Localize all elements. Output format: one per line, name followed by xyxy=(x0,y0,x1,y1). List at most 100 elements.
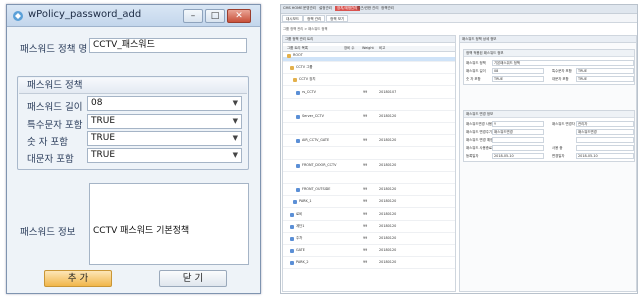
tree-column-header: 그룹 트리 목록 장비 수 Weight 비고 xyxy=(283,46,455,52)
field-input[interactable] xyxy=(492,137,544,143)
policy-name-input[interactable]: CCTV_패스워드 xyxy=(89,38,247,53)
col-note: 비고 xyxy=(379,46,386,50)
table-row[interactable] xyxy=(283,175,455,184)
digit-value: TRUE xyxy=(91,133,116,143)
row-weight: 99 xyxy=(363,236,368,240)
chevron-down-icon: ▼ xyxy=(232,117,238,125)
table-row[interactable]: 주차 99 20180120 xyxy=(283,236,455,245)
password-change-section: 패스워드 변경 정보 패스워드변경 사용 Y 패스워드 변경자 관리자 패스워드 변경주… xyxy=(463,110,635,162)
col-count: 장비 수 xyxy=(344,46,355,50)
breadcrumb: 그룹 정책 관리 > 패스워드 정책 xyxy=(283,27,328,31)
special-char-select[interactable]: TRUE ▼ xyxy=(87,114,242,129)
top-menubar: CMS HOME 운영관리 설정관리 장치/계정관리 접근/권한 관리 정책관리 xyxy=(281,5,637,14)
table-row[interactable]: GATE 99 20180120 xyxy=(283,248,455,258)
field-input-value: 2018-05-10 xyxy=(494,154,514,158)
table-row[interactable]: AIR_CCTV_GATE 99 20180120 xyxy=(283,138,455,148)
tab-policy-view[interactable]: 정책 보기 xyxy=(326,15,349,22)
close-button[interactable]: 닫 기 xyxy=(159,270,227,287)
minimize-button[interactable]: – xyxy=(183,9,203,23)
tab-policy-manage[interactable]: 정책 관리 xyxy=(303,15,326,22)
menu-item-policy[interactable]: 정책관리 xyxy=(381,6,394,11)
tab-dashboard[interactable]: 대시보드 xyxy=(282,15,304,22)
table-row[interactable]: CCTV 그룹 xyxy=(283,65,455,75)
applied-policy-section: 정책 적용된 패스워드 정보 패스워드 정책 기본패스워드 정책 패스워드 길이 08… xyxy=(463,49,635,85)
row-divider xyxy=(283,195,455,197)
table-row[interactable]: 로비 99 20180120 xyxy=(283,212,455,221)
table-row[interactable]: PARK_2 99 20180120 xyxy=(283,260,455,270)
field-input[interactable]: Y xyxy=(492,121,544,127)
menu-item-home[interactable]: CMS HOME xyxy=(283,6,302,10)
tree-node-label: PARK_2 xyxy=(296,260,309,265)
field-input-value: 패스워드변경 xyxy=(494,130,513,134)
field-input[interactable]: 2018-05-10 xyxy=(492,153,544,159)
field-input[interactable] xyxy=(576,137,634,143)
field-input[interactable]: TRUE xyxy=(576,68,634,74)
uppercase-value: TRUE xyxy=(91,150,116,160)
tree-node-label: CCTV 그룹 xyxy=(296,65,313,70)
row-note: 20180120 xyxy=(379,236,397,240)
tree-node-label: AIR_CCTV_GATE xyxy=(302,138,330,143)
menu-item-settings[interactable]: 설정관리 xyxy=(319,6,332,11)
tree-panel-title: 그룹 정책 관리 트리 xyxy=(285,37,314,41)
row-note: 20180120 xyxy=(379,187,397,192)
uppercase-label: 대문자 포함 xyxy=(27,154,74,165)
field-input[interactable] xyxy=(576,145,634,151)
menu-item-devices[interactable]: 장치/계정관리 xyxy=(335,6,360,11)
applied-policy-section-header: 정책 적용된 패스워드 정보 xyxy=(464,50,634,57)
field-input-value: 관리자 xyxy=(578,122,588,126)
row-divider xyxy=(283,134,455,136)
field-input[interactable] xyxy=(492,145,544,151)
menu-item-ops[interactable]: 운영관리 xyxy=(303,6,316,11)
col-weight: Weight xyxy=(362,46,374,50)
table-row[interactable]: ROOT xyxy=(283,53,455,62)
tree-node-label: 주차 xyxy=(296,236,303,240)
tab-bar: 대시보드 정책 관리 정책 보기 xyxy=(281,14,637,23)
row-note: 20180120 xyxy=(379,248,397,253)
device-icon xyxy=(296,115,300,119)
row-divider xyxy=(283,146,455,148)
special-char-value: TRUE xyxy=(91,116,116,126)
field-label: 변경일자 xyxy=(552,153,565,158)
field-label: 패스워드 변경주기 xyxy=(466,129,493,134)
row-divider xyxy=(283,244,455,245)
close-window-button[interactable]: ✕ xyxy=(227,9,251,23)
tree-node-label: CCTV 장치 xyxy=(299,77,316,82)
field-input-value: 08 xyxy=(494,69,499,73)
menu-item-access[interactable]: 접근/권한 관리 xyxy=(357,6,379,11)
policy-detail-panel: 패스워드 정책 상세 정보 정책 적용된 패스워드 정보 패스워드 정책 기본패스… xyxy=(459,35,637,292)
field-input[interactable]: TRUE xyxy=(576,76,634,82)
field-input[interactable]: 패스워드변경 xyxy=(492,129,544,135)
table-row[interactable]: FRONT_DOOR_CCTV 99 20180120 xyxy=(283,163,455,172)
password-info-label: 패스워드 정보 xyxy=(20,227,76,238)
digit-select[interactable]: TRUE ▼ xyxy=(87,131,242,146)
device-icon xyxy=(296,139,300,144)
field-input[interactable]: TRUE xyxy=(492,76,544,82)
table-row[interactable] xyxy=(283,102,455,111)
table-row[interactable]: rs_CCTV 99 20180107 xyxy=(283,89,455,99)
table-row[interactable]: PARK_1 99 20180120 xyxy=(283,199,455,209)
table-row[interactable]: FRONT_OUTSIDE 99 20180120 xyxy=(283,187,455,197)
special-char-label: 특수문자 포함 xyxy=(27,120,83,131)
maximize-button[interactable]: □ xyxy=(205,9,225,23)
password-info-textarea[interactable]: CCTV 패스워드 기본정책 xyxy=(89,183,249,265)
table-row[interactable]: CCTV 장치 xyxy=(283,77,455,87)
table-row[interactable] xyxy=(283,151,455,160)
table-row[interactable]: 계단1 99 20180120 xyxy=(283,224,455,233)
field-input[interactable]: 기본패스워드 정책 xyxy=(492,60,634,66)
table-row[interactable] xyxy=(283,126,455,136)
password-length-select[interactable]: 08 ▼ xyxy=(87,96,242,111)
device-icon xyxy=(290,261,294,266)
row-note: 20180107 xyxy=(379,89,397,94)
field-input[interactable]: 패스워드변경 xyxy=(576,129,634,135)
uppercase-select[interactable]: TRUE ▼ xyxy=(87,148,242,163)
field-input[interactable]: 08 xyxy=(492,68,544,74)
tree-node-label: ROOT xyxy=(293,53,303,57)
table-row[interactable]: Server_CCTV 99 20180120 xyxy=(283,114,455,123)
field-input[interactable]: 2018-05-10 xyxy=(576,153,634,159)
tree-node-label: FRONT_OUTSIDE xyxy=(302,187,331,192)
add-button[interactable]: 추 가 xyxy=(44,270,112,287)
row-weight: 99 xyxy=(363,187,368,192)
dialog-titlebar[interactable]: wPolicy_password_add – □ ✕ xyxy=(7,5,260,27)
field-input[interactable]: 관리자 xyxy=(576,121,634,127)
row-weight: 99 xyxy=(363,114,368,118)
